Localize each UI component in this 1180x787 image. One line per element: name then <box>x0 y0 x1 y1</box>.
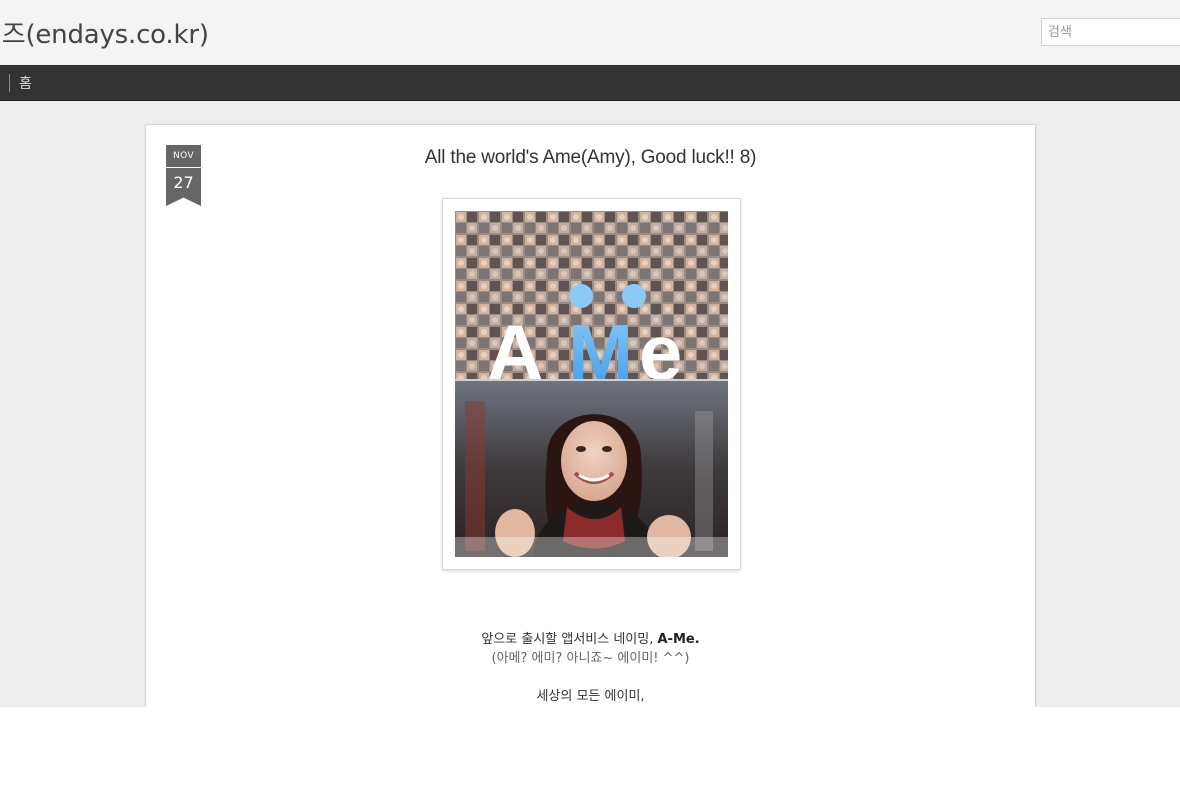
post-body-spacer <box>146 668 1035 687</box>
post-body-line-1: 앞으로 출시할 앱서비스 네이밍, A-Me. <box>146 630 1035 649</box>
nav-item-home[interactable]: 홈 <box>19 73 32 93</box>
search-input[interactable] <box>1041 18 1180 46</box>
page-viewport: 이즈(endays.co.kr) 홈 NOV 27 All the world'… <box>0 0 1180 707</box>
blog-title[interactable]: 이즈(endays.co.kr) <box>0 14 209 51</box>
post-image-frame[interactable]: A M e <box>442 198 741 570</box>
post-card: NOV 27 All the world's Ame(Amy), Good lu… <box>145 124 1036 707</box>
post-image[interactable]: A M e <box>455 211 728 557</box>
post-body-line-3: 세상의 모든 에이미, <box>536 689 645 704</box>
nav-bar: 홈 <box>0 65 1180 101</box>
post-title[interactable]: All the world's Ame(Amy), Good luck!! 8) <box>146 147 1035 169</box>
post-body: 앞으로 출시할 앱서비스 네이밍, A-Me. (아메? 에미? 아니죠~ 에이… <box>146 630 1035 706</box>
nav-divider <box>9 74 10 92</box>
post-body-line-2: (아메? 에미? 아니죠~ 에이미! ^^) <box>491 651 690 666</box>
post-body-app-name: A-Me. <box>657 632 700 647</box>
date-day: 27 <box>166 168 201 206</box>
post-body-line-1-text: 앞으로 출시할 앱서비스 네이밍, <box>481 632 658 647</box>
blog-header: 이즈(endays.co.kr) <box>0 0 1180 66</box>
